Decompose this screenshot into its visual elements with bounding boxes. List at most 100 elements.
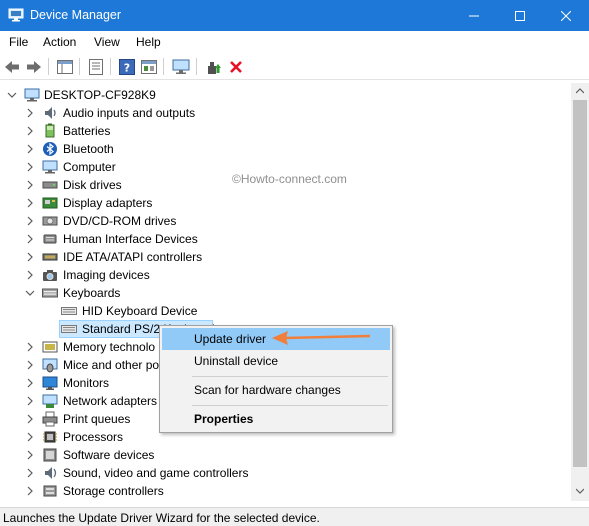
chevron-right-icon[interactable] bbox=[25, 270, 35, 280]
vertical-scrollbar[interactable] bbox=[571, 83, 589, 501]
chevron-right-icon[interactable] bbox=[25, 108, 35, 118]
tree-category-disk-drive[interactable]: Disk drives bbox=[63, 176, 122, 194]
annotation-arrow-icon bbox=[272, 331, 371, 345]
tree-category-monitor[interactable]: Monitors bbox=[63, 374, 109, 392]
computer-icon bbox=[42, 160, 58, 174]
chevron-right-icon[interactable] bbox=[25, 378, 35, 388]
uninstall-x-icon[interactable] bbox=[227, 58, 245, 75]
title-bar: Device Manager bbox=[0, 0, 589, 31]
window-title: Device Manager bbox=[30, 8, 122, 22]
tree-category-camera[interactable]: Imaging devices bbox=[63, 266, 150, 284]
show-hidden-icon[interactable] bbox=[140, 58, 158, 75]
maximize-button[interactable] bbox=[497, 0, 543, 31]
tree-category-processor[interactable]: Processors bbox=[63, 428, 123, 446]
scroll-up-icon[interactable] bbox=[576, 88, 584, 94]
scroll-down-icon[interactable] bbox=[576, 488, 584, 494]
menu-view[interactable]: View bbox=[94, 35, 120, 49]
chevron-right-icon[interactable] bbox=[25, 216, 35, 226]
chevron-right-icon[interactable] bbox=[25, 180, 35, 190]
tree-category-ide[interactable]: IDE ATA/ATAPI controllers bbox=[63, 248, 202, 266]
chevron-right-icon[interactable] bbox=[25, 234, 35, 244]
chevron-right-icon[interactable] bbox=[25, 126, 35, 136]
context-item-label: Scan for hardware changes bbox=[194, 383, 341, 397]
tree-category-storage[interactable]: Storage controllers bbox=[63, 482, 164, 500]
ide-icon bbox=[42, 253, 58, 261]
tree-category-sound[interactable]: Sound, video and game controllers bbox=[63, 464, 248, 482]
chevron-right-icon[interactable] bbox=[25, 360, 35, 370]
chevron-right-icon[interactable] bbox=[25, 198, 35, 208]
chevron-right-icon[interactable] bbox=[25, 432, 35, 442]
chevron-right-icon[interactable] bbox=[25, 396, 35, 406]
svg-text:?: ? bbox=[124, 61, 130, 74]
tree-category-audio[interactable]: Audio inputs and outputs bbox=[63, 104, 195, 122]
chevron-down-icon[interactable] bbox=[7, 90, 17, 100]
printer-icon bbox=[42, 411, 58, 427]
storage-icon bbox=[43, 485, 57, 497]
chevron-down-icon[interactable] bbox=[25, 288, 35, 298]
camera-icon bbox=[43, 270, 57, 281]
tree-category-battery[interactable]: Batteries bbox=[63, 122, 110, 140]
processor-icon bbox=[43, 431, 57, 443]
tree-category-dvd[interactable]: DVD/CD-ROM drives bbox=[63, 212, 176, 230]
context-separator bbox=[192, 376, 388, 377]
tree-category-software[interactable]: Software devices bbox=[63, 446, 154, 464]
minimize-button[interactable] bbox=[451, 0, 497, 31]
chevron-right-icon[interactable] bbox=[25, 144, 35, 154]
context-uninstall-device[interactable]: Uninstall device bbox=[162, 350, 390, 372]
tree-category-computer[interactable]: Computer bbox=[63, 158, 116, 176]
tree-category-bluetooth[interactable]: Bluetooth bbox=[63, 140, 114, 158]
tree-category-network[interactable]: Network adapters bbox=[63, 392, 157, 410]
update-driver-icon[interactable] bbox=[205, 58, 223, 75]
tree-category-keyboard[interactable]: Keyboards bbox=[63, 284, 120, 302]
tree-device-keyboard[interactable]: HID Keyboard Device bbox=[82, 302, 197, 320]
tree-root-label[interactable]: DESKTOP-CF928K9 bbox=[44, 86, 156, 104]
context-separator bbox=[192, 405, 388, 406]
menu-help[interactable]: Help bbox=[136, 35, 161, 49]
tree-category-display-adapter[interactable]: Display adapters bbox=[63, 194, 152, 212]
chevron-right-icon[interactable] bbox=[25, 486, 35, 496]
device-tree: DESKTOP-CF928K9 Audio inputs and outputs B… bbox=[0, 83, 571, 501]
help-icon[interactable]: ? bbox=[118, 58, 136, 75]
toolbar-separator bbox=[110, 58, 111, 75]
hid-icon bbox=[43, 234, 57, 244]
monitor-icon bbox=[42, 376, 58, 390]
context-properties[interactable]: Properties bbox=[162, 408, 390, 430]
menu-file[interactable]: File bbox=[9, 35, 28, 49]
chevron-right-icon[interactable] bbox=[25, 450, 35, 460]
context-item-label: Uninstall device bbox=[194, 354, 279, 368]
back-arrow-icon[interactable] bbox=[3, 58, 21, 75]
dvd-icon bbox=[42, 216, 58, 226]
view-icon[interactable] bbox=[87, 58, 105, 75]
chevron-right-icon[interactable] bbox=[25, 162, 35, 172]
tree-category-hid[interactable]: Human Interface Devices bbox=[63, 230, 198, 248]
status-text: Launches the Update Driver Wizard for th… bbox=[3, 511, 320, 525]
tree-category-memory[interactable]: Memory technolo bbox=[63, 338, 155, 356]
tree-category-mouse[interactable]: Mice and other po bbox=[63, 356, 159, 374]
software-icon bbox=[43, 448, 57, 462]
device-manager-icon bbox=[8, 8, 24, 22]
toolbar-separator bbox=[163, 58, 164, 75]
audio-icon bbox=[45, 107, 56, 119]
computer-root-icon bbox=[24, 88, 40, 102]
chevron-right-icon[interactable] bbox=[25, 342, 35, 352]
context-item-label: Update driver bbox=[194, 332, 267, 346]
mouse-icon bbox=[42, 358, 58, 373]
tree-category-printer[interactable]: Print queues bbox=[63, 410, 130, 428]
scan-monitor-icon[interactable] bbox=[172, 58, 190, 75]
chevron-right-icon[interactable] bbox=[25, 468, 35, 478]
properties-pane-icon[interactable] bbox=[56, 58, 74, 75]
bluetooth-icon bbox=[43, 142, 57, 156]
context-item-label: Properties bbox=[194, 412, 254, 426]
scroll-thumb[interactable] bbox=[573, 100, 587, 467]
disk-drive-icon bbox=[42, 181, 58, 189]
network-icon bbox=[42, 394, 58, 408]
close-button[interactable] bbox=[543, 0, 589, 31]
forward-arrow-icon[interactable] bbox=[25, 58, 43, 75]
menu-action[interactable]: Action bbox=[43, 35, 76, 49]
chevron-right-icon[interactable] bbox=[25, 252, 35, 262]
context-scan-hardware[interactable]: Scan for hardware changes bbox=[162, 379, 390, 401]
keyboard-device-icon bbox=[61, 325, 77, 333]
keyboard-device-icon bbox=[61, 307, 77, 315]
chevron-right-icon[interactable] bbox=[25, 414, 35, 424]
toolbar-separator bbox=[79, 58, 80, 75]
